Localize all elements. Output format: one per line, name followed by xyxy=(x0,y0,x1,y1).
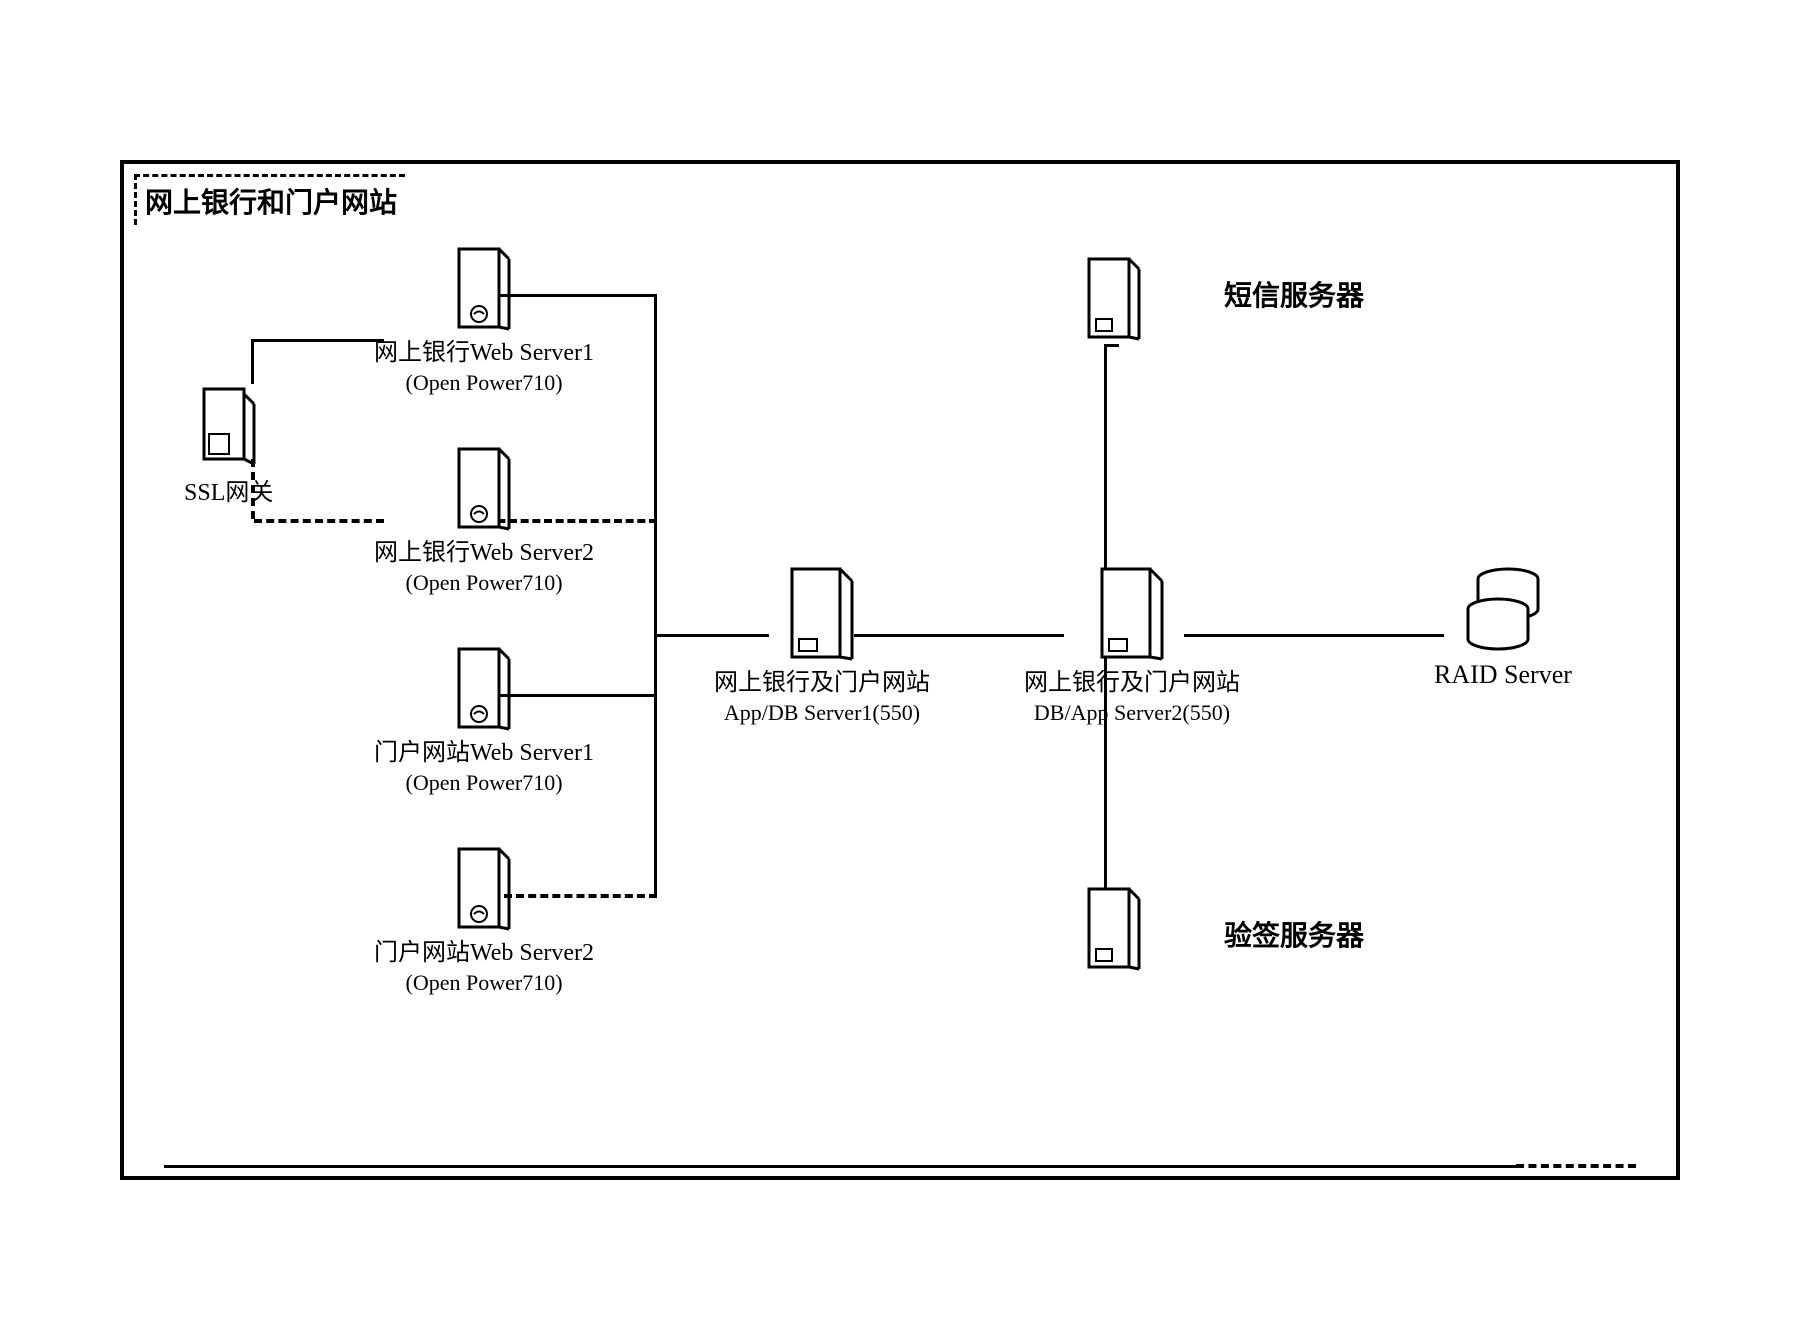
appdb2-sub: DB/App Server2(550) xyxy=(1024,699,1240,728)
bottom-line xyxy=(164,1165,1636,1168)
gateway-icon xyxy=(199,384,259,474)
node-sms-server xyxy=(1084,254,1144,348)
node-portal-server-2: 门户网站Web Server2 (Open Power710) xyxy=(374,844,594,998)
raid-label: RAID Server xyxy=(1434,658,1572,692)
portal1-sub: (Open Power710) xyxy=(374,769,594,798)
database-icon xyxy=(1463,564,1543,654)
web1-label: 网上银行Web Server1 xyxy=(374,338,594,369)
node-appdb-server-2: 网上银行及门户网站 DB/App Server2(550) xyxy=(1024,564,1240,728)
node-web-server-1: 网上银行Web Server1 (Open Power710) xyxy=(374,244,594,398)
node-ssl-gateway: SSL网关 xyxy=(184,384,273,509)
ssl-gateway-label: SSL网关 xyxy=(184,478,273,509)
diagram-title: 网上银行和门户网站 xyxy=(134,174,405,225)
server-icon xyxy=(454,844,514,934)
portal1-label: 门户网站Web Server1 xyxy=(374,738,594,769)
node-appdb-server-1: 网上银行及门户网站 App/DB Server1(550) xyxy=(714,564,930,728)
portal2-label: 门户网站Web Server2 xyxy=(374,938,594,969)
diagram-frame: 网上银行和门户网站 SSL网关 网 xyxy=(120,160,1680,1180)
server-icon xyxy=(787,564,857,664)
server-icon xyxy=(1097,564,1167,664)
server-icon xyxy=(1084,254,1144,344)
bottom-dash xyxy=(1516,1164,1636,1168)
server-icon xyxy=(1084,884,1144,974)
server-icon xyxy=(454,444,514,534)
web1-sub: (Open Power710) xyxy=(374,369,594,398)
portal2-sub: (Open Power710) xyxy=(374,969,594,998)
web2-sub: (Open Power710) xyxy=(374,569,594,598)
web2-label: 网上银行Web Server2 xyxy=(374,538,594,569)
appdb2-label: 网上银行及门户网站 xyxy=(1024,668,1240,699)
node-verify-server xyxy=(1084,884,1144,978)
node-raid: RAID Server xyxy=(1434,564,1572,692)
server-icon xyxy=(454,244,514,334)
server-icon xyxy=(454,644,514,734)
sms-label: 短信服务器 xyxy=(1224,274,1364,314)
verify-label: 验签服务器 xyxy=(1224,914,1364,954)
node-web-server-2: 网上银行Web Server2 (Open Power710) xyxy=(374,444,594,598)
node-portal-server-1: 门户网站Web Server1 (Open Power710) xyxy=(374,644,594,798)
appdb1-label: 网上银行及门户网站 xyxy=(714,668,930,699)
appdb1-sub: App/DB Server1(550) xyxy=(714,699,930,728)
